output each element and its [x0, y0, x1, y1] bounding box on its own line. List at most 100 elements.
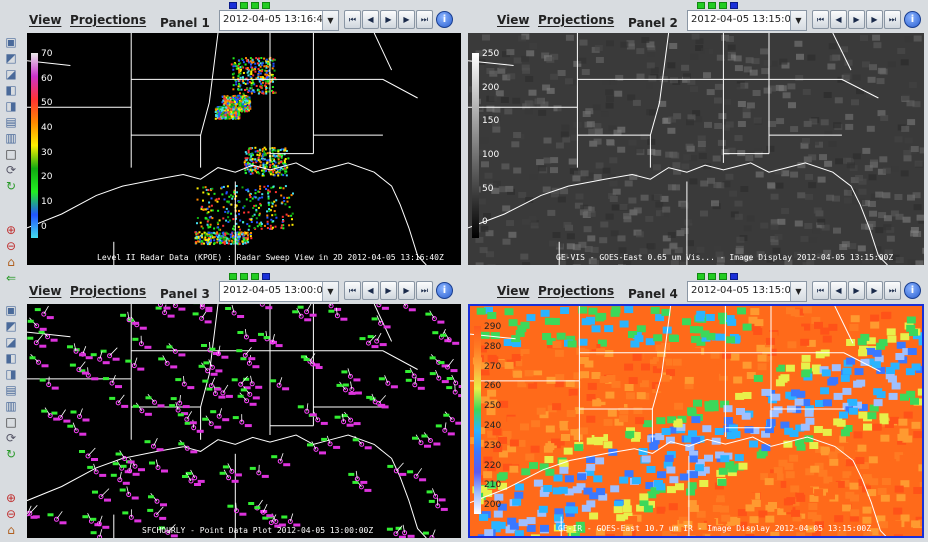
- time-select[interactable]: 2012-04-05 13:00:00Z ▼: [219, 281, 339, 302]
- step-back-button[interactable]: ◀: [362, 10, 379, 29]
- radar-echo: [251, 172, 254, 175]
- chevron-down-icon[interactable]: ▼: [322, 282, 338, 301]
- radar-echo: [232, 241, 235, 244]
- last-frame-button[interactable]: ⏭: [884, 10, 901, 29]
- ir-pixel: [593, 475, 603, 483]
- map-display[interactable]: 250 200 150 100 50 0 GE-VIS - GOES-East 0.65 u…: [468, 33, 924, 265]
- time-select[interactable]: 2012-04-05 13:15:00Z ▼: [687, 281, 807, 302]
- radar-echo: [263, 224, 266, 227]
- step-forward-button[interactable]: ▶: [398, 281, 415, 300]
- ir-pixel: [764, 478, 774, 486]
- time-step-2[interactable]: [240, 2, 248, 9]
- play-button[interactable]: ▶: [380, 10, 397, 29]
- station-temp: [144, 440, 151, 444]
- chevron-down-icon[interactable]: ▼: [322, 11, 338, 30]
- radar-echo: [229, 236, 232, 239]
- cloud-pixel: [655, 201, 664, 208]
- time-step-4[interactable]: [730, 2, 738, 9]
- first-frame-button[interactable]: ⏮: [344, 281, 361, 300]
- step-back-button[interactable]: ◀: [830, 281, 847, 300]
- play-button[interactable]: ▶: [848, 10, 865, 29]
- step-back-button[interactable]: ◀: [362, 281, 379, 300]
- map-display[interactable]: SFCHOURLY - Point Data Plot 2012-04-05 1…: [27, 304, 461, 538]
- projections-menu[interactable]: Projections: [70, 284, 146, 298]
- first-frame-button[interactable]: ⏮: [344, 10, 361, 29]
- cloud-pixel: [777, 218, 786, 225]
- time-step-indicators[interactable]: [697, 273, 738, 280]
- view-menu[interactable]: View: [29, 284, 61, 298]
- step-back-button[interactable]: ◀: [830, 10, 847, 29]
- info-icon[interactable]: i: [904, 11, 921, 28]
- view-menu[interactable]: View: [29, 13, 61, 27]
- play-button[interactable]: ▶: [848, 281, 865, 300]
- ir-pixel: [840, 374, 850, 382]
- chevron-down-icon[interactable]: ▼: [790, 282, 806, 301]
- time-step-2[interactable]: [240, 273, 248, 280]
- time-step-1[interactable]: [229, 2, 237, 9]
- projections-menu[interactable]: Projections: [538, 284, 614, 298]
- cloud-pixel: [681, 64, 690, 71]
- station-id: [137, 367, 145, 371]
- time-step-1[interactable]: [229, 273, 237, 280]
- radar-echo: [277, 150, 280, 153]
- info-icon[interactable]: i: [436, 11, 453, 28]
- ir-pixel: [656, 417, 666, 425]
- first-frame-button[interactable]: ⏮: [812, 10, 829, 29]
- radar-echo: [259, 187, 262, 190]
- last-frame-button[interactable]: ⏭: [416, 281, 433, 300]
- info-icon[interactable]: i: [904, 282, 921, 299]
- radar-echo: [206, 223, 209, 226]
- map-display[interactable]: 70 60 50 40 30 20 10 0 Level II Radar Data (KPOE…: [27, 33, 461, 265]
- cloud-pixel: [560, 188, 569, 195]
- cloud-pixel: [526, 50, 535, 57]
- projections-menu[interactable]: Projections: [70, 13, 146, 27]
- time-step-indicators[interactable]: [229, 273, 270, 280]
- time-step-3[interactable]: [719, 2, 727, 9]
- cloud-pixel: [587, 210, 596, 217]
- step-forward-button[interactable]: ▶: [398, 10, 415, 29]
- cloud-pixel: [647, 243, 656, 250]
- station-temp: [67, 345, 73, 349]
- map-display[interactable]: 290 280 270 260 250 240 230 220 210 200 GE-IR - GO…: [468, 304, 924, 538]
- time-step-3[interactable]: [251, 2, 259, 9]
- last-frame-button[interactable]: ⏭: [416, 10, 433, 29]
- time-step-3[interactable]: [251, 273, 259, 280]
- time-step-4[interactable]: [730, 273, 738, 280]
- time-step-1[interactable]: [697, 273, 705, 280]
- cloud-pixel: [669, 242, 678, 249]
- radar-echo: [246, 96, 249, 99]
- station-id: [59, 521, 67, 525]
- time-step-4[interactable]: [262, 273, 270, 280]
- station-id: [398, 535, 406, 538]
- last-frame-button[interactable]: ⏭: [884, 281, 901, 300]
- info-icon[interactable]: i: [436, 282, 453, 299]
- time-select[interactable]: 2012-04-05 13:15:00Z ▼: [687, 10, 807, 31]
- cloud-pixel: [723, 98, 731, 105]
- radar-echo: [254, 146, 257, 149]
- time-step-3[interactable]: [719, 273, 727, 280]
- radar-echo: [244, 169, 247, 172]
- cloud-pixel: [737, 101, 746, 107]
- view-menu[interactable]: View: [497, 284, 529, 298]
- radar-echo: [279, 186, 282, 189]
- station-marker: [436, 375, 442, 381]
- station-temp: [29, 356, 36, 360]
- step-forward-button[interactable]: ▶: [866, 10, 883, 29]
- panel-toolbar: View Projections Panel 3 2012-04-05 13:00:0…: [0, 271, 462, 303]
- chevron-down-icon[interactable]: ▼: [790, 11, 806, 30]
- first-frame-button[interactable]: ⏮: [812, 281, 829, 300]
- radar-echo: [235, 204, 238, 207]
- step-forward-button[interactable]: ▶: [866, 281, 883, 300]
- time-step-2[interactable]: [708, 273, 716, 280]
- ir-pixel: [538, 505, 548, 513]
- time-select[interactable]: 2012-04-05 13:16:40Z ▼: [219, 10, 339, 31]
- play-button[interactable]: ▶: [380, 281, 397, 300]
- time-step-indicators[interactable]: [697, 2, 738, 9]
- projections-menu[interactable]: Projections: [538, 13, 614, 27]
- time-step-indicators[interactable]: [229, 2, 270, 9]
- time-step-2[interactable]: [708, 2, 716, 9]
- view-menu[interactable]: View: [497, 13, 529, 27]
- time-step-4[interactable]: [262, 2, 270, 9]
- time-step-1[interactable]: [697, 2, 705, 9]
- ir-pixel: [695, 314, 705, 322]
